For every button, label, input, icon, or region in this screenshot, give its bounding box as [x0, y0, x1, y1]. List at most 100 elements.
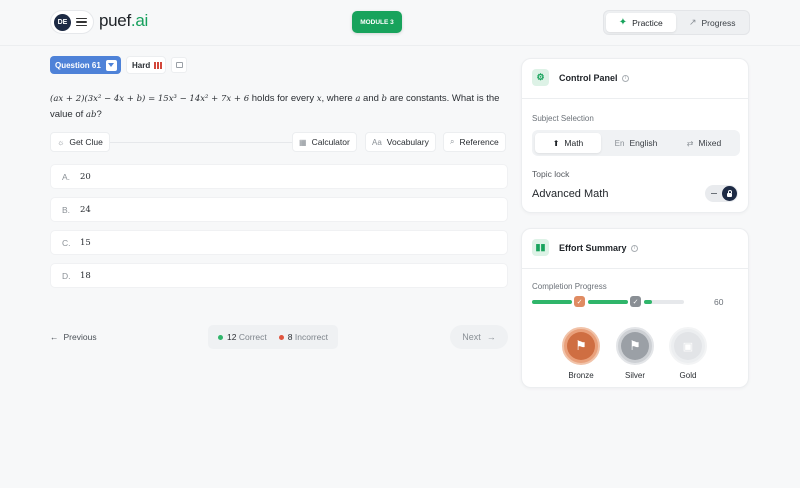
subject-english[interactable]: En English — [603, 133, 669, 153]
bronze-medal: ⚑ — [562, 327, 600, 365]
reference-label: Reference — [459, 137, 499, 147]
bar-chart-icon: ▮▮ — [532, 239, 549, 256]
question-text-part: ? — [96, 109, 102, 120]
tab-practice[interactable]: ✦ Practice — [606, 13, 676, 32]
header-divider — [0, 45, 800, 46]
subject-mixed-label: Mixed — [698, 138, 722, 148]
bronze-medal-icon: ⚑ — [567, 332, 595, 360]
calculator-label: Calculator — [311, 137, 350, 147]
lightbulb-icon: ☼ — [57, 137, 65, 147]
silver-medal-icon: ⚑ — [621, 332, 649, 360]
bookmark-icon — [175, 62, 183, 68]
answer-choice-d[interactable]: D. 18 — [50, 263, 508, 288]
bronze-label: Bronze — [568, 371, 594, 380]
correct-number: 12 — [227, 332, 237, 342]
choice-value: 20 — [80, 171, 91, 182]
hamburger-menu-icon[interactable] — [76, 18, 87, 26]
lock-icon — [722, 186, 737, 201]
choice-value: 24 — [80, 204, 91, 215]
progress-segment — [532, 300, 572, 304]
logo-main-text: puef — [99, 11, 131, 30]
choice-letter: D. — [62, 270, 71, 281]
score-summary: 12 Correct 8 Incorrect — [208, 325, 338, 349]
logo-suffix-text: .ai — [130, 11, 148, 30]
incorrect-count: 8 Incorrect — [278, 332, 328, 342]
gear-icon: ⚙ — [532, 69, 549, 86]
correct-dot-icon — [218, 335, 224, 341]
subject-mixed[interactable]: ⇄ Mixed — [671, 133, 737, 153]
next-button[interactable]: Next → — [450, 325, 508, 349]
question-text-part: and — [360, 93, 382, 104]
difficulty-label: Hard — [132, 60, 151, 70]
bronze-check-icon: ✓ — [574, 296, 585, 307]
subject-math[interactable]: ⬆ Math — [535, 133, 601, 153]
topic-lock-toggle[interactable] — [705, 185, 738, 202]
arrow-right-icon: → — [486, 332, 496, 342]
answer-choice-b[interactable]: B. 24 — [50, 197, 508, 222]
top-header: DE puef.ai MODULE 3 ✦ Practice ↗ Progres… — [0, 0, 800, 46]
subject-english-label: English — [629, 138, 658, 148]
choice-value: 18 — [80, 270, 91, 281]
tool-row: ☼ Get Clue ▦ Calculator Aa Vocabulary ⌕ … — [50, 132, 508, 152]
avatar[interactable]: DE — [54, 13, 71, 31]
effort-summary-panel: ▮▮ Effort Summary i Completion Progress … — [521, 228, 749, 388]
tab-progress-label: Progress — [701, 17, 736, 28]
info-icon[interactable]: i — [622, 74, 630, 82]
progress-segment — [588, 300, 628, 304]
next-label: Next — [462, 332, 481, 342]
answer-choice-a[interactable]: A. 20 — [50, 164, 508, 189]
shuffle-icon: ⇄ — [686, 138, 694, 148]
question-selector[interactable]: Question 61 — [50, 56, 121, 74]
question-text-part: , where — [321, 93, 356, 104]
module-badge: MODULE 3 — [352, 11, 402, 33]
question-number: Question 61 — [55, 60, 101, 70]
reference-button[interactable]: ⌕ Reference — [443, 132, 506, 152]
vocabulary-button[interactable]: Aa Vocabulary — [365, 132, 436, 152]
silver-medal: ⚑ — [616, 327, 654, 365]
account-menu-pill[interactable]: DE — [50, 10, 94, 34]
tab-practice-label: Practice — [632, 17, 663, 28]
control-panel: ⚙ Control Panel i Subject Selection ⬆ Ma… — [521, 58, 749, 213]
calculator-button[interactable]: ▦ Calculator — [292, 132, 357, 152]
progress-fill — [644, 300, 652, 304]
medal-gold: ▣ Gold — [668, 327, 708, 380]
trend-up-icon: ↗ — [688, 17, 697, 27]
answer-choice-c[interactable]: C. 15 — [50, 230, 508, 255]
silver-label: Silver — [624, 371, 645, 380]
variable-ab: ab — [85, 110, 97, 120]
info-icon[interactable]: i — [631, 244, 639, 252]
get-clue-button[interactable]: ☼ Get Clue — [50, 132, 110, 152]
silver-check-icon: ✓ — [630, 296, 641, 307]
effort-summary-title: Effort Summary — [559, 242, 627, 253]
incorrect-label: Incorrect — [294, 332, 328, 342]
topic-lock-label: Topic lock — [532, 169, 570, 179]
panel-divider — [522, 268, 748, 269]
subject-selection-label: Subject Selection — [532, 114, 594, 123]
incorrect-dot-icon — [278, 335, 284, 341]
search-icon: ⌕ — [450, 137, 455, 146]
language-icon: En — [614, 138, 625, 148]
text-aa-icon: Aa — [372, 137, 382, 147]
equation: (ax + 2)(3x² − 4x + b) = 15x³ − 14x² + 7… — [50, 94, 250, 104]
chevron-down-icon[interactable] — [105, 59, 117, 71]
minus-icon — [711, 192, 717, 194]
logo: puef.ai — [99, 11, 148, 31]
effort-summary-header: ▮▮ Effort Summary i — [532, 239, 639, 256]
tab-progress[interactable]: ↗ Progress — [678, 13, 748, 32]
bookmark-button[interactable] — [171, 57, 187, 73]
progress-value: 60 — [714, 297, 724, 307]
control-panel-title: Control Panel — [559, 72, 618, 83]
previous-button[interactable]: ← Previous — [50, 330, 97, 344]
subject-switch: ⬆ Math En English ⇄ Mixed — [532, 130, 740, 156]
topic-value: Advanced Math — [532, 188, 609, 200]
question-text-part: holds for every — [249, 93, 317, 104]
subject-math-label: Math — [564, 138, 584, 148]
mode-switch: ✦ Practice ↗ Progress — [603, 10, 750, 35]
question-text: (ax + 2)(3x² − 4x + b) = 15x³ − 14x² + 7… — [50, 91, 505, 123]
incorrect-number: 8 — [287, 332, 293, 342]
choice-letter: B. — [62, 204, 71, 215]
vocabulary-label: Vocabulary — [386, 137, 429, 147]
lock-icon: ▣ — [674, 332, 702, 360]
choice-letter: A. — [62, 171, 71, 182]
gold-label: Gold — [679, 371, 697, 380]
